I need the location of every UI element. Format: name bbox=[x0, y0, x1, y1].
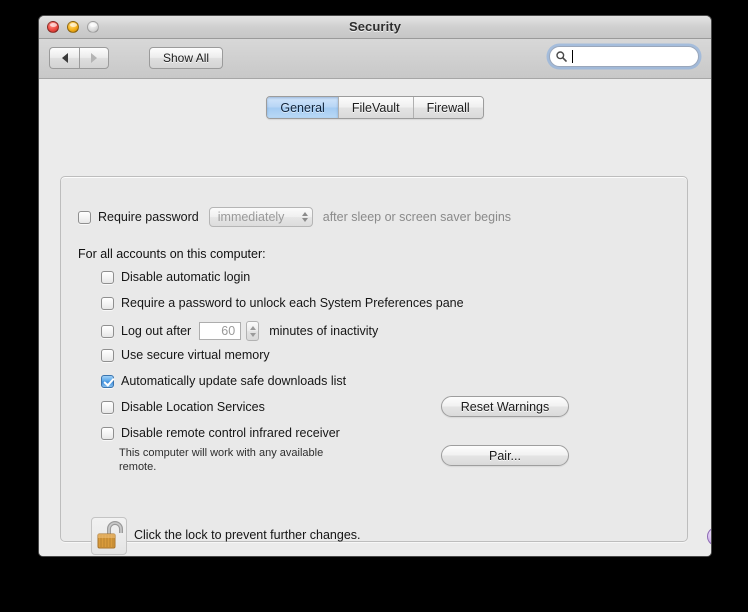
disable-automatic-login-row: Disable automatic login bbox=[101, 270, 250, 284]
back-button[interactable] bbox=[49, 47, 79, 69]
chevron-updown-icon bbox=[298, 212, 308, 222]
search-icon bbox=[556, 51, 567, 62]
auto-update-safe-downloads-checkbox[interactable] bbox=[101, 374, 114, 388]
disable-infrared-receiver-row: Disable remote control infrared receiver bbox=[101, 426, 340, 440]
tab-filevault[interactable]: FileVault bbox=[338, 97, 414, 118]
preferences-content: General FileVault Firewall Require passw… bbox=[39, 79, 711, 556]
log-out-after-label: Log out after bbox=[121, 324, 192, 338]
chevron-left-icon bbox=[61, 53, 68, 63]
disable-location-services-row: Disable Location Services bbox=[101, 400, 265, 414]
lock-status-text: Click the lock to prevent further change… bbox=[134, 528, 361, 542]
search-text-cursor bbox=[572, 50, 573, 63]
auto-update-safe-downloads-row: Automatically update safe downloads list bbox=[101, 374, 346, 388]
require-password-unlock-pane-label: Require a password to unlock each System… bbox=[121, 296, 464, 310]
forward-button[interactable] bbox=[79, 47, 109, 69]
disable-infrared-receiver-label: Disable remote control infrared receiver bbox=[121, 426, 340, 440]
require-password-trailing-text: after sleep or screen saver begins bbox=[322, 210, 512, 224]
tab-bar: General FileVault Firewall bbox=[39, 96, 711, 119]
disable-location-services-checkbox[interactable] bbox=[101, 400, 114, 414]
tab-general[interactable]: General bbox=[267, 97, 339, 118]
accounts-section-label: For all accounts on this computer: bbox=[78, 247, 266, 261]
search-field[interactable] bbox=[549, 46, 699, 67]
general-settings-panel: Require password immediately after sleep… bbox=[60, 176, 688, 542]
reset-warnings-button[interactable]: Reset Warnings bbox=[441, 396, 569, 417]
lock-button[interactable] bbox=[91, 517, 127, 555]
require-password-unlock-pane-checkbox[interactable] bbox=[101, 296, 114, 310]
toolbar: Show All bbox=[39, 39, 711, 79]
require-password-unlock-pane-row: Require a password to unlock each System… bbox=[101, 296, 464, 310]
chevron-right-icon bbox=[91, 53, 97, 63]
window-title: Security bbox=[348, 19, 402, 34]
log-out-after-checkbox[interactable] bbox=[101, 324, 114, 338]
require-password-row: Require password immediately after sleep… bbox=[78, 207, 511, 227]
use-secure-virtual-memory-checkbox[interactable] bbox=[101, 348, 114, 362]
log-out-minutes-stepper[interactable] bbox=[246, 321, 260, 341]
log-out-after-trailing-text: minutes of inactivity bbox=[269, 324, 379, 338]
disable-location-services-label: Disable Location Services bbox=[121, 400, 265, 414]
require-password-checkbox[interactable] bbox=[78, 210, 91, 224]
require-password-delay-value: immediately bbox=[217, 210, 285, 224]
unlocked-padlock-icon bbox=[97, 521, 123, 549]
pair-button[interactable]: Pair... bbox=[441, 445, 569, 466]
use-secure-virtual-memory-row: Use secure virtual memory bbox=[101, 348, 270, 362]
disable-automatic-login-label: Disable automatic login bbox=[121, 270, 251, 284]
window-titlebar: Security bbox=[39, 16, 711, 39]
remote-helper-text: This computer will work with any availab… bbox=[119, 447, 324, 473]
disable-infrared-receiver-checkbox[interactable] bbox=[101, 426, 114, 440]
auto-update-safe-downloads-label: Automatically update safe downloads list bbox=[121, 374, 347, 388]
use-secure-virtual-memory-label: Use secure virtual memory bbox=[121, 348, 270, 362]
log-out-minutes-field[interactable]: 60 bbox=[199, 322, 242, 340]
require-password-delay-popup[interactable]: immediately bbox=[208, 207, 313, 227]
log-out-after-row: Log out after 60 minutes of inactivity bbox=[101, 321, 378, 341]
tab-firewall[interactable]: Firewall bbox=[413, 97, 483, 118]
security-preferences-window: Security Show All General FileVault Fire… bbox=[38, 15, 712, 557]
show-all-button[interactable]: Show All bbox=[149, 47, 224, 69]
navigation-buttons bbox=[49, 47, 109, 69]
require-password-label: Require password bbox=[98, 210, 199, 224]
disable-automatic-login-checkbox[interactable] bbox=[101, 270, 114, 284]
